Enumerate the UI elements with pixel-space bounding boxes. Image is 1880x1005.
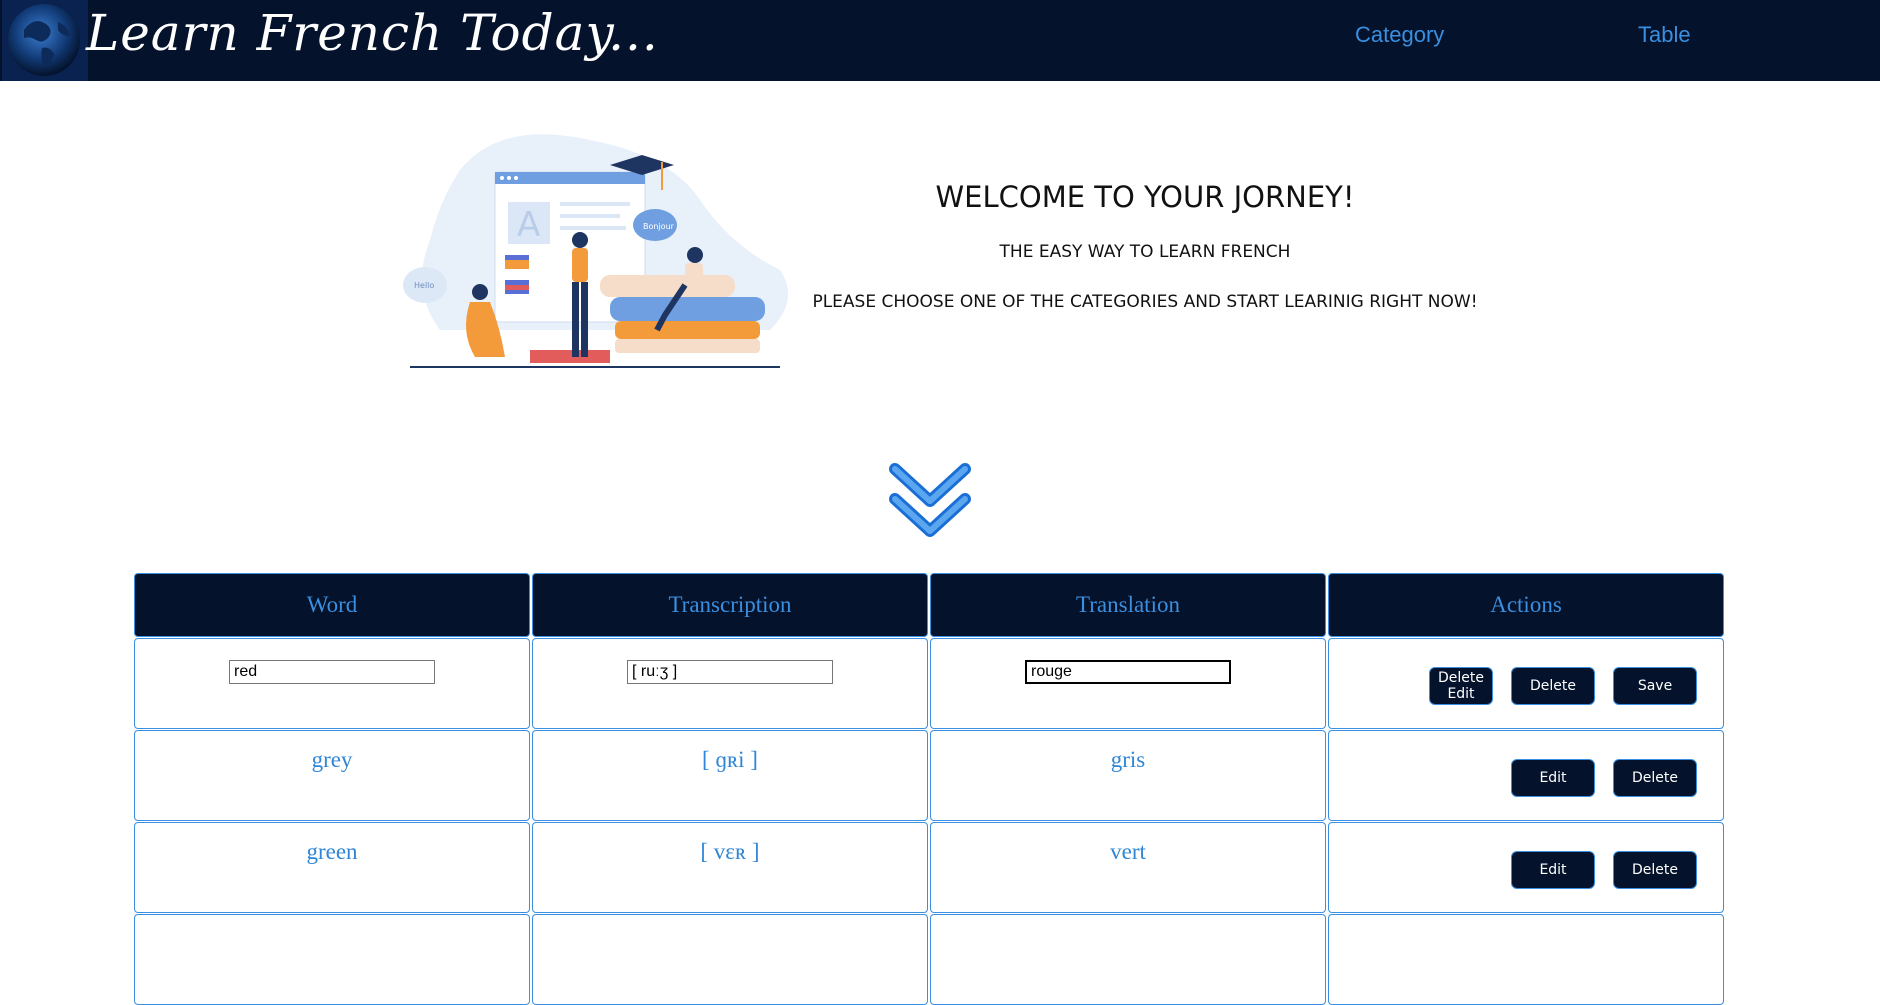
welcome-instruction: PLEASE CHOOSE ONE OF THE CATEGORIES AND …	[812, 292, 1478, 312]
translation-cell: vert	[930, 822, 1326, 913]
translation-cell: gris	[930, 730, 1326, 821]
column-header-actions: Actions	[1328, 573, 1724, 637]
translation-cell	[930, 914, 1326, 1005]
word-value: green	[306, 839, 358, 864]
actions-cell: Delete Edit Delete Save	[1328, 638, 1724, 729]
actions-cell	[1328, 914, 1724, 1005]
column-header-label: Transcription	[668, 592, 792, 617]
transcription-cell: [ vɛʀ ]	[532, 822, 928, 913]
bubble-bonjour-text: Bonjour	[643, 222, 675, 231]
transcription-cell	[532, 914, 928, 1005]
column-header-translation: Translation	[930, 573, 1326, 637]
nav-table-link[interactable]: Table	[1638, 22, 1691, 48]
edit-button[interactable]: Edit	[1511, 759, 1595, 797]
top-header: Learn French Today... Category Table	[0, 0, 1880, 81]
word-cell	[134, 638, 530, 729]
word-input[interactable]	[229, 660, 435, 684]
double-chevron-down-icon[interactable]	[885, 455, 975, 545]
word-cell: grey	[134, 730, 530, 821]
column-header-transcription: Transcription	[532, 573, 928, 637]
words-table: Word Transcription Translation Actions D…	[134, 573, 1727, 1005]
transcription-value: [ vɛʀ ]	[700, 839, 760, 864]
actions-cell: Edit Delete	[1328, 730, 1724, 821]
word-value: grey	[311, 747, 353, 772]
table-row-editing: Delete Edit Delete Save	[134, 637, 1727, 729]
illustration-letter: A	[517, 205, 540, 245]
table-row-partial	[134, 913, 1727, 1005]
word-cell	[134, 914, 530, 1005]
translation-value: vert	[1110, 839, 1146, 864]
column-header-label: Actions	[1490, 592, 1562, 617]
delete-button[interactable]: Delete	[1613, 851, 1697, 889]
nav-category-link[interactable]: Category	[1355, 22, 1444, 48]
delete-edit-button[interactable]: Delete Edit	[1429, 667, 1493, 705]
delete-button[interactable]: Delete	[1511, 667, 1595, 705]
save-button[interactable]: Save	[1613, 667, 1697, 705]
transcription-input[interactable]	[627, 660, 833, 684]
transcription-cell	[532, 638, 928, 729]
delete-button[interactable]: Delete	[1613, 759, 1697, 797]
learning-illustration: A Bonjour Hello	[403, 134, 788, 368]
delete-edit-button-line2: Edit	[1447, 686, 1475, 702]
brand-title: Learn French Today...	[86, 4, 659, 62]
table-row: grey [ ɡʀi ] gris Edit Delete	[134, 729, 1727, 821]
welcome-section: WELCOME TO YOUR JORNEY! THE EASY WAY TO …	[770, 180, 1520, 312]
word-cell: green	[134, 822, 530, 913]
delete-edit-button-line1: Delete	[1438, 670, 1484, 686]
translation-cell	[930, 638, 1326, 729]
welcome-title: WELCOME TO YOUR JORNEY!	[935, 180, 1355, 214]
column-header-label: Word	[306, 592, 358, 617]
transcription-value: [ ɡʀi ]	[702, 747, 758, 772]
welcome-subtitle: THE EASY WAY TO LEARN FRENCH	[999, 242, 1291, 262]
translation-input[interactable]	[1025, 660, 1231, 684]
column-header-word: Word	[134, 573, 530, 637]
bubble-hello-text: Hello	[414, 281, 434, 290]
edit-button[interactable]: Edit	[1511, 851, 1595, 889]
translation-value: gris	[1110, 747, 1146, 772]
transcription-cell: [ ɡʀi ]	[532, 730, 928, 821]
table-row: green [ vɛʀ ] vert Edit Delete	[134, 821, 1727, 913]
globe-logo-icon	[2, 0, 88, 81]
table-header-row: Word Transcription Translation Actions	[134, 573, 1727, 637]
actions-cell: Edit Delete	[1328, 822, 1724, 913]
column-header-label: Translation	[1076, 592, 1180, 617]
